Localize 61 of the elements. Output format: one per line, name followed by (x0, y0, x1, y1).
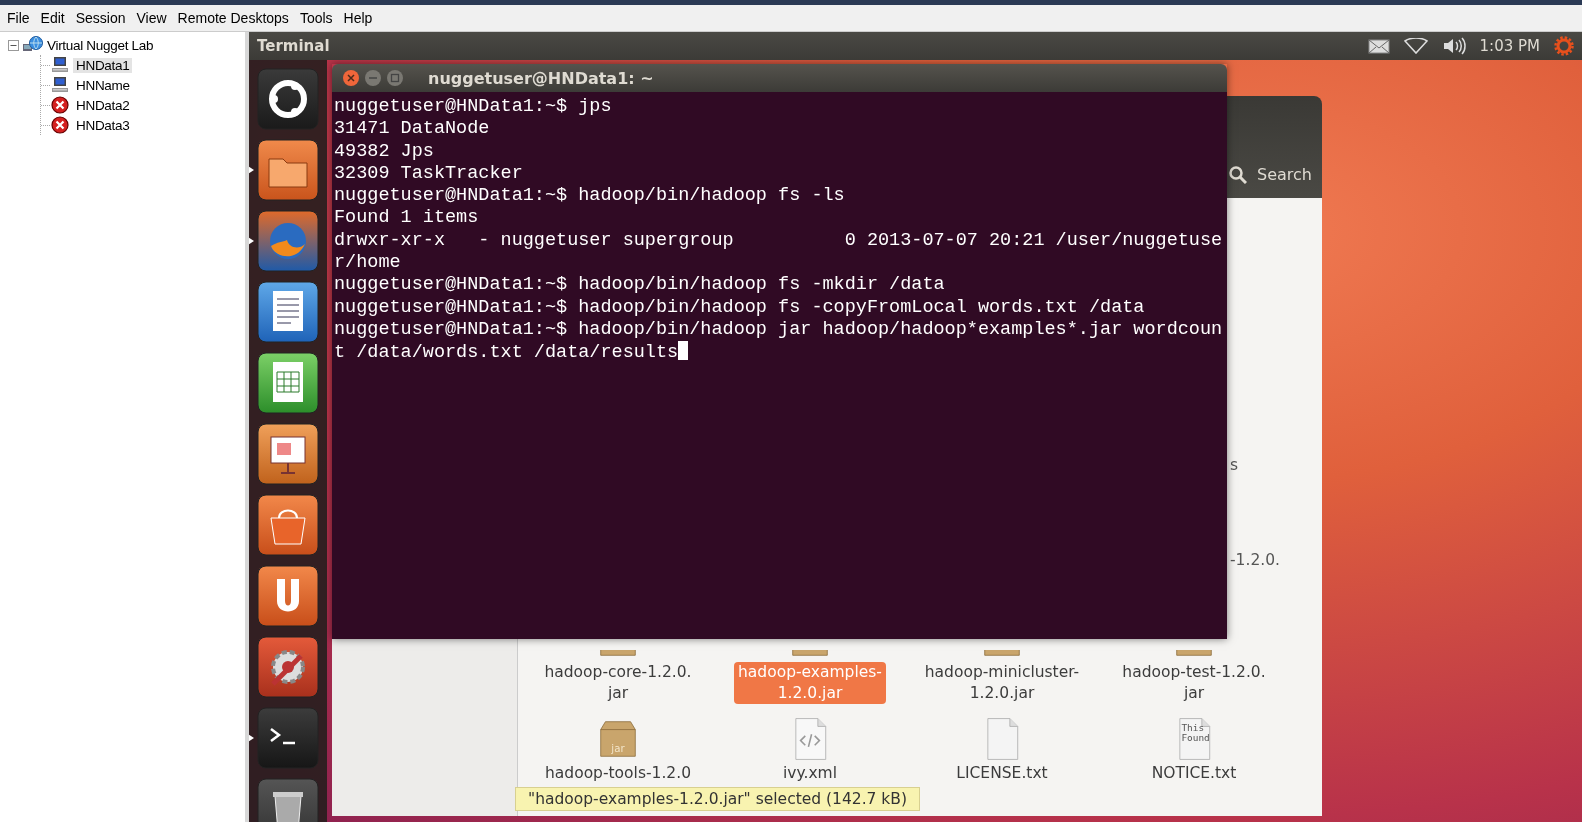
terminal-icon[interactable] (257, 707, 319, 769)
error-icon (51, 116, 69, 134)
tree-item[interactable]: HNData1 (73, 57, 133, 73)
menu-item[interactable]: Tools (298, 8, 342, 28)
dash-home-icon[interactable] (257, 68, 319, 130)
terminal-line: 32309 TaskTracker (334, 162, 523, 184)
terminal-line: nuggetuser@HNData1:~$ jps (334, 96, 612, 117)
terminal-line: nuggetuser@HNData1:~$ hadoop/bin/hadoop fs -ls (334, 185, 845, 207)
menu-item[interactable]: Remote Desktops (176, 8, 298, 28)
settings-icon[interactable] (1554, 36, 1574, 56)
spreadsheet-icon[interactable] (257, 352, 319, 414)
status-tooltip: "hadoop-examples-1.2.0.jar" selected (142.7 kB) (515, 787, 921, 811)
terminal-line: 31471 DataNode (334, 118, 490, 140)
document-icon[interactable] (257, 281, 319, 343)
computer-icon (51, 56, 69, 74)
file-label[interactable]: hadoop-minicluster- 1.2.0.jar (920, 662, 1084, 704)
terminal-line: nuggetuser@HNData1:~$ hadoop/bin/hadoop fs -copyFromLocal words.txt /data (334, 296, 1145, 318)
close-icon[interactable] (342, 69, 360, 87)
window-title: nuggetuser@HNData1: ~ (428, 68, 654, 88)
presentation-icon[interactable] (257, 423, 319, 485)
file-label[interactable]: hadoop-tools-1.2.0 (541, 763, 695, 784)
terminal-line: nuggetuser@HNData1:~$ hadoop/bin/hadoop fs -mkdir /data (334, 274, 945, 296)
error-icon (51, 96, 69, 114)
terminal-line: r/home (334, 252, 401, 274)
terminal-line: drwxr-xr-x - nuggetuser supergroup 0 2013-07-07 20:21 /user/nuggetuse (334, 229, 1223, 251)
menu-item[interactable]: Session (74, 8, 135, 28)
computer-icon (51, 76, 69, 94)
terminal-line: t /data/words.txt /data/results (334, 342, 679, 364)
search-button[interactable]: Search (1229, 165, 1312, 184)
menu-item[interactable]: Help (342, 8, 382, 28)
mail-icon[interactable] (1367, 38, 1390, 54)
tree-item[interactable]: HNData2 (73, 97, 133, 113)
file-label[interactable]: NOTICE.txt (1147, 763, 1241, 784)
menu-item[interactable]: Edit (39, 8, 74, 28)
file-label: -1.2.0. (1230, 551, 1280, 569)
file-label[interactable]: hadoop-core-1.2.0. jar (540, 662, 696, 704)
u-letter-icon[interactable] (257, 565, 319, 627)
menu-item[interactable]: View (135, 8, 176, 28)
gear-wrench-icon[interactable] (257, 636, 319, 698)
file-label: s (1230, 456, 1239, 474)
file-label[interactable]: ivy.xml (779, 763, 841, 784)
collapse-toggle[interactable] (8, 39, 19, 51)
volume-icon[interactable] (1441, 37, 1466, 55)
file-label[interactable]: LICENSE.txt (952, 763, 1052, 784)
terminal-line: Found 1 items (334, 207, 479, 229)
trash-icon[interactable] (257, 778, 319, 822)
terminal-line: nuggetuser@HNData1:~$ hadoop/bin/hadoop jar hadoop/hadoop*examples*.jar wordcoun (334, 318, 1223, 340)
tree-item[interactable]: HNData3 (73, 117, 133, 133)
terminal-line: 49382 Jps (334, 140, 434, 162)
search-icon (1229, 165, 1248, 184)
shopping-bag-icon[interactable] (257, 494, 319, 556)
menu-item[interactable]: File (6, 8, 39, 28)
tree-item[interactable]: Virtual Nugget Lab (47, 37, 154, 53)
window-title: Terminal (257, 37, 331, 55)
clock[interactable]: 1:03 PM (1479, 37, 1540, 55)
tree-item[interactable]: HNName (73, 77, 133, 93)
globe-icon[interactable] (257, 210, 319, 272)
text-cursor (678, 341, 689, 361)
folder-icon[interactable] (257, 139, 319, 201)
wifi-icon[interactable] (1403, 38, 1428, 54)
file-label[interactable]: hadoop-test-1.2.0. jar (1118, 662, 1270, 704)
